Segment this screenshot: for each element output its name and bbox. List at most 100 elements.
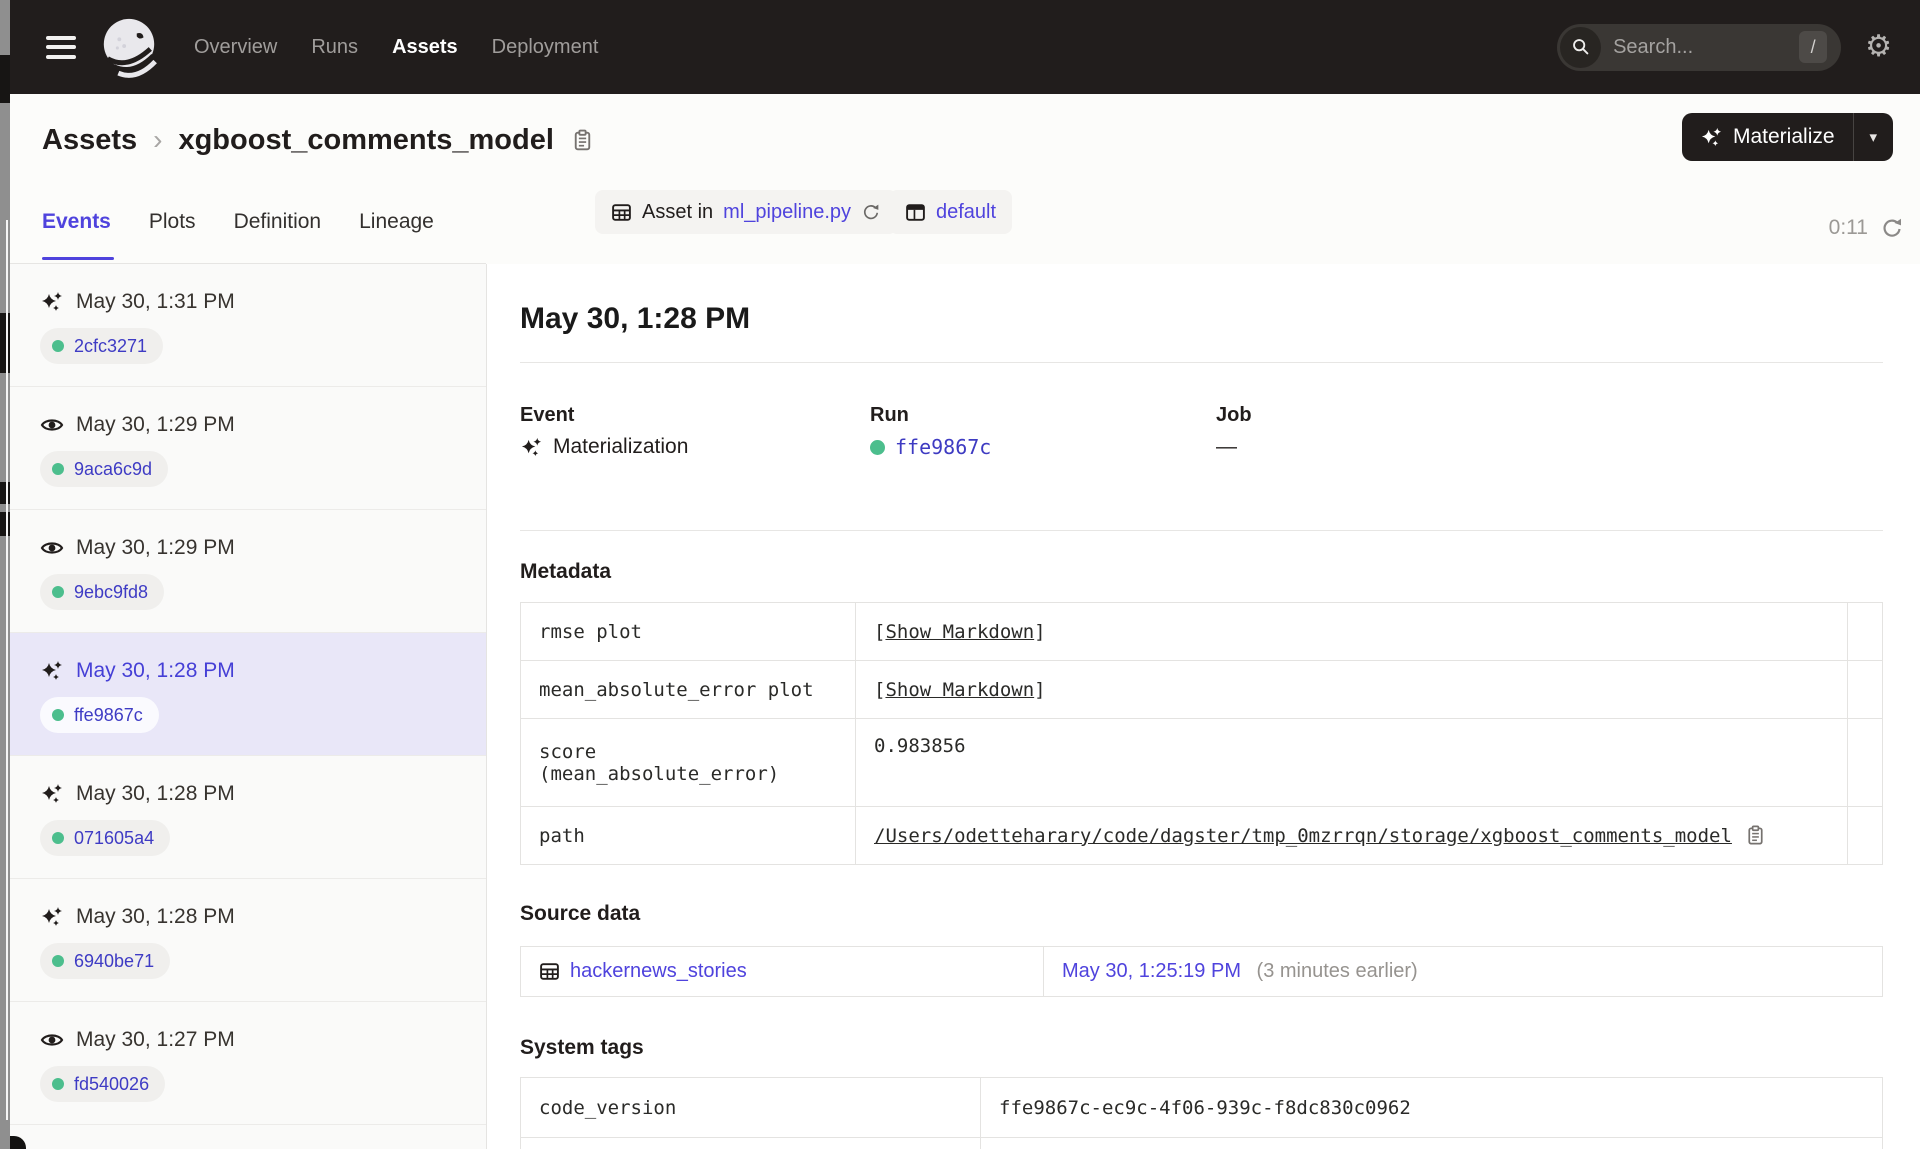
run-status-dot [52, 709, 64, 721]
run-status-dot [870, 439, 885, 455]
run-id-link[interactable]: ffe9867c [895, 435, 991, 459]
nav-item-runs[interactable]: Runs [311, 36, 358, 59]
source-data-heading: Source data [520, 902, 641, 925]
settings-gear-icon[interactable]: ⚙ [1865, 32, 1892, 62]
run-id-link[interactable]: 6940be71 [74, 951, 154, 972]
event-column-label: Event [520, 404, 575, 426]
table-row: code_version ffe9867c-ec9c-4f06-939c-f8d… [520, 1077, 1883, 1138]
metadata-value: 0.983856 [855, 718, 1848, 807]
run-status-dot [52, 832, 64, 844]
metadata-table: rmse plot [Show Markdown] mean_absolute_… [520, 602, 1883, 865]
tab-definition[interactable]: Definition [234, 210, 322, 234]
copy-path-icon[interactable] [1744, 824, 1767, 847]
run-id-link[interactable]: 9aca6c9d [74, 459, 152, 480]
copy-asset-name-icon[interactable] [570, 128, 595, 153]
show-markdown-link[interactable]: Show Markdown [885, 621, 1034, 643]
page-title: xgboost_comments_model [178, 123, 554, 156]
code-location-link[interactable]: default [936, 201, 996, 224]
metadata-key: path [520, 806, 856, 865]
run-id-link[interactable]: 071605a4 [74, 828, 154, 849]
metadata-key: score [539, 740, 597, 763]
divider [520, 362, 1883, 363]
tab-lineage[interactable]: Lineage [359, 210, 434, 234]
refresh-icon[interactable] [1880, 216, 1904, 240]
event-list-item[interactable]: May 30, 1:29 PM 9ebc9fd8 [10, 510, 486, 633]
code-location-tag[interactable]: default [889, 190, 1013, 234]
observation-icon [40, 413, 64, 437]
table-row-partial [520, 1137, 1883, 1149]
breadcrumb: Assets › xgboost_comments_model [42, 116, 595, 164]
breadcrumb-assets[interactable]: Assets [42, 124, 137, 157]
run-id-badge[interactable]: 9aca6c9d [40, 451, 169, 487]
table-row: mean_absolute_error plot [Show Markdown] [520, 660, 1883, 719]
run-id-badge[interactable]: 6940be71 [40, 943, 171, 979]
table-row: path /Users/odetteharary/code/dagster/tm… [520, 806, 1883, 865]
metadata-key: mean_absolute_error plot [520, 660, 856, 719]
run-id-link[interactable]: 2cfc3271 [74, 336, 147, 357]
asset-file-link[interactable]: ml_pipeline.py [723, 201, 851, 224]
path-link[interactable]: /Users/odetteharary/code/dagster/tmp_0mz… [874, 825, 1732, 847]
run-id-badge[interactable]: 2cfc3271 [40, 328, 164, 364]
materialize-label: Materialize [1733, 125, 1835, 148]
tag-key: code_version [520, 1077, 981, 1138]
hamburger-menu-icon[interactable] [46, 35, 76, 59]
table-row: hackernews_stories May 30, 1:25:19 PM (3… [520, 946, 1883, 997]
event-time: May 30, 1:28 PM [76, 659, 235, 682]
job-value: — [1216, 435, 1237, 458]
event-list-item[interactable]: May 30, 1:29 PM 9aca6c9d [10, 387, 486, 510]
nav-item-overview[interactable]: Overview [194, 36, 277, 59]
event-time: May 30, 1:28 PM [76, 782, 235, 805]
show-markdown-link[interactable]: Show Markdown [885, 679, 1034, 701]
tab-plots[interactable]: Plots [149, 210, 196, 234]
nav-item-deployment[interactable]: Deployment [492, 36, 599, 59]
source-time-note: (3 minutes earlier) [1256, 960, 1418, 982]
event-list-item-selected[interactable]: May 30, 1:28 PM ffe9867c [10, 633, 486, 756]
search-input[interactable] [1613, 35, 1764, 59]
asset-tag-prefix: Asset in [642, 200, 714, 223]
run-id-link[interactable]: ffe9867c [74, 705, 143, 726]
run-id-badge[interactable]: 9ebc9fd8 [40, 574, 165, 610]
materialization-icon [40, 659, 64, 683]
system-tags-table: code_version ffe9867c-ec9c-4f06-939c-f8d… [520, 1077, 1883, 1149]
metadata-key-note: (mean_absolute_error) [539, 762, 780, 785]
bracket: ] [1034, 620, 1046, 643]
materialize-dropdown-caret[interactable]: ▾ [1852, 113, 1894, 161]
nav-item-assets[interactable]: Assets [392, 36, 458, 59]
source-asset-link[interactable]: hackernews_stories [570, 960, 747, 983]
event-detail-title: May 30, 1:28 PM [520, 302, 751, 335]
event-list-item[interactable]: May 30, 1:27 PM fd540026 [10, 1002, 486, 1125]
event-list-item[interactable]: May 30, 1:31 PM 2cfc3271 [10, 264, 486, 387]
run-id-link[interactable]: fd540026 [74, 1074, 149, 1095]
event-time: May 30, 1:28 PM [76, 905, 235, 928]
run-column-label: Run [870, 404, 909, 426]
search-bar[interactable]: / [1557, 23, 1842, 71]
table-grid-icon [540, 963, 559, 980]
materialization-icon [40, 905, 64, 929]
event-detail-panel: May 30, 1:28 PM Event Run Job Materializ… [520, 264, 1883, 1149]
run-id-link[interactable]: 9ebc9fd8 [74, 582, 148, 603]
sparkle-icon [1701, 127, 1722, 146]
table-row: rmse plot [Show Markdown] [520, 602, 1883, 661]
tab-bar: Events Plots Definition Lineage [42, 210, 434, 234]
run-status-dot [52, 463, 64, 475]
event-list-item[interactable]: May 30, 1:28 PM 071605a4 [10, 756, 486, 879]
event-list-item[interactable]: May 30, 1:28 PM 6940be71 [10, 879, 486, 1002]
observation-icon [40, 1028, 64, 1052]
asset-location-tag[interactable]: Asset in ml_pipeline.py [595, 190, 898, 234]
bracket: [ [874, 678, 886, 701]
metadata-heading: Metadata [520, 560, 612, 583]
run-id-badge[interactable]: 071605a4 [40, 820, 171, 856]
reload-icon[interactable] [861, 202, 881, 222]
system-tags-heading: System tags [520, 1036, 644, 1059]
search-icon [1560, 26, 1602, 68]
breadcrumb-separator: › [153, 124, 163, 155]
materialize-button[interactable]: Materialize ▾ [1682, 113, 1894, 161]
tab-events[interactable]: Events [42, 210, 111, 234]
event-time: May 30, 1:31 PM [76, 290, 235, 313]
run-id-badge[interactable]: fd540026 [40, 1066, 166, 1102]
run-id-badge[interactable]: ffe9867c [40, 697, 159, 733]
dagster-logo-icon[interactable] [98, 16, 160, 78]
divider [520, 530, 1883, 531]
source-timestamp-link[interactable]: May 30, 1:25:19 PM [1062, 960, 1241, 982]
refresh-countdown: 0:11 [1828, 216, 1868, 239]
